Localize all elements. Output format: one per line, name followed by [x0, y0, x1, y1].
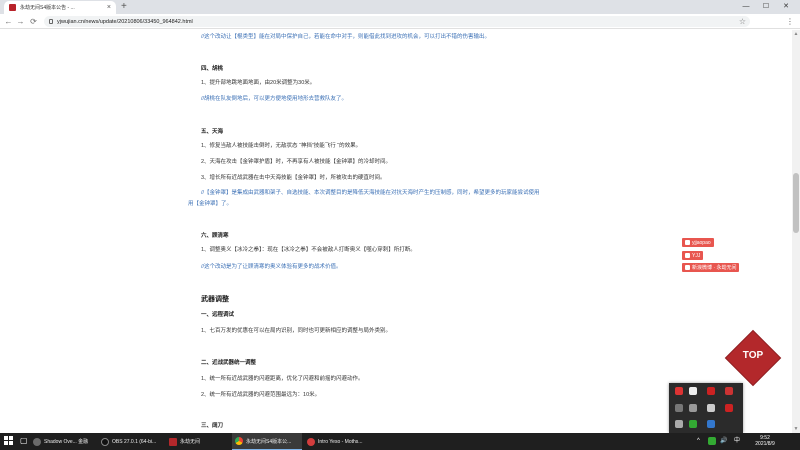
paragraph: 用【金钟罩】了。 [188, 201, 233, 207]
taskbar-app[interactable]: 永劫无间 [166, 433, 232, 450]
section-heading: 二、近战武器统一调整 [201, 360, 257, 366]
browser-menu-icon[interactable]: ⋮ [786, 17, 794, 26]
tray-app-icon[interactable] [708, 437, 716, 445]
paragraph: 1、七百万发的优惠在可以在局内识别，同时也可更新相应的调整与局外类别。 [201, 328, 392, 334]
bookmark-star-icon[interactable]: ☆ [739, 17, 746, 26]
social-badge-tiktok[interactable]: YJJ [682, 251, 704, 260]
reload-button[interactable]: ⟳ [28, 16, 39, 27]
tray-app-icon[interactable] [725, 387, 733, 395]
app-label: OBS 27.0.1 (64-bi... [112, 438, 157, 445]
url-text: yjwujian.cn/news/update/20210806/33450_9… [57, 18, 193, 25]
section-heading: 五、天海 [201, 129, 224, 135]
minimize-button[interactable]: — [738, 0, 754, 14]
social-badge-douyin[interactable]: yjjaopao [682, 238, 714, 247]
chrome-icon [235, 437, 243, 445]
badge-label: YJJ [692, 252, 701, 259]
taskbar-app[interactable]: Shadow Ove... 金融 [30, 433, 96, 450]
section-heading: 一、远程调试 [201, 312, 235, 318]
ime-indicator[interactable]: 中 [734, 437, 740, 445]
paragraph: 1、修复当敌人被技能击倒时，无敌状态 “神挡”技能飞行 “的效果。 [201, 143, 362, 149]
paragraph: //【金钟罩】是集成由武器和架子、自选技能、本次调整目的是降低天海技能在对抗天海… [201, 190, 540, 196]
paragraph: 1、提升部地跳地面地面，由20米调整为30米。 [201, 80, 316, 86]
section-heading: 三、阔刀 [201, 423, 224, 429]
forward-button[interactable]: → [15, 16, 26, 27]
douyin-icon [685, 240, 690, 245]
tray-expand-icon[interactable]: ^ [697, 437, 700, 445]
scroll-up-icon[interactable]: ▲ [793, 31, 799, 37]
tray-app-icon[interactable] [725, 404, 733, 412]
app-label: Intro Yeso - Moths... [318, 438, 363, 445]
weibo-icon [685, 265, 690, 270]
section-heading: 六、顾清寒 [201, 233, 229, 239]
tray-app-icon[interactable] [675, 420, 683, 428]
paragraph: 2、统一所有近战武器的闪避范围最远为：10米。 [201, 392, 321, 398]
task-view-icon[interactable]: ▢ [20, 436, 28, 446]
social-badge-weibo[interactable]: 新浪微博 · 永劫无间 [682, 263, 740, 272]
address-toolbar: ← → ⟳ yjwujian.cn/news/update/20210806/3… [0, 14, 800, 29]
top-label: TOP [742, 350, 764, 361]
lock-icon [49, 19, 53, 24]
scroll-thumb[interactable] [793, 173, 799, 233]
paragraph: 1、统一所有近战武器的闪避距离，优化了闪避和前摇的闪避动作。 [201, 376, 364, 382]
paragraph: 2、天海在攻击【金钟罩护盾】时，不再享有人被技能【金钟罩】的冷却时间。 [201, 159, 392, 165]
tray-overflow-popup [669, 383, 743, 433]
browser-tab[interactable]: 永劫无间S4版本公告 - ... × [4, 1, 116, 14]
back-button[interactable]: ← [3, 16, 14, 27]
paragraph: //这个改动是为了让顾清寒的奥义体验有更多的战术价值。 [201, 264, 342, 270]
badge-label: 新浪微博 · 永劫无间 [692, 265, 737, 271]
app-icon [33, 437, 41, 446]
page-scrollbar[interactable]: ▲ ▼ [792, 30, 800, 433]
tray-app-icon[interactable] [689, 420, 697, 428]
tray-app-icon[interactable] [689, 387, 697, 395]
app-label: 永劫无间 [180, 439, 201, 445]
address-bar[interactable]: yjwujian.cn/news/update/20210806/33450_9… [44, 16, 750, 27]
scroll-down-icon[interactable]: ▼ [793, 426, 799, 432]
tray-app-icon[interactable] [675, 404, 683, 412]
tray-app-icon[interactable] [707, 404, 715, 412]
tray-app-icon[interactable] [707, 420, 715, 428]
tray-app-icon[interactable] [675, 387, 683, 395]
windows-taskbar: ▢ Shadow Ove... 金融 OBS 27.0.1 (64-bi... … [0, 433, 800, 450]
paragraph: //胡桃在队友倒地后，可以更方便地使用地形去营救队友了。 [201, 96, 348, 102]
tray-app-icon[interactable] [707, 387, 715, 395]
app-label: 永劫无间S4版本公... [246, 438, 292, 445]
badge-label: yjjaopao [692, 239, 711, 246]
taskbar-app[interactable]: OBS 27.0.1 (64-bi... [98, 433, 164, 450]
tab-title: 永劫无间S4版本公告 - ... [20, 5, 75, 11]
app-icon [307, 437, 315, 446]
paragraph: 3、增长所有近战武器在击中天海技能【金钟罩】时，所被攻击的硬直时间。 [201, 175, 386, 181]
tiktok-icon [685, 253, 690, 258]
article-content: //这个改动让【棍类型】能在对局中保护自己，若能在命中对手，则能借此找到进攻的机… [0, 30, 792, 433]
volume-icon[interactable]: 🔊 [720, 437, 727, 445]
taskbar-clock[interactable]: 9:52 2021/8/9 [748, 435, 782, 447]
tab-close-icon[interactable]: × [107, 4, 111, 11]
paragraph: //这个改动让【棍类型】能在对局中保护自己，若能在命中对手，则能借此找到进攻的机… [201, 34, 491, 40]
taskbar-app[interactable]: Intro Yeso - Moths... [304, 433, 370, 450]
tab-strip: 永劫无间S4版本公告 - ... × + — ☐ ✕ [0, 0, 800, 14]
taskbar-app-active[interactable]: 永劫无间S4版本公... [232, 433, 302, 450]
close-window-button[interactable]: ✕ [778, 0, 794, 14]
clock-date: 2021/8/9 [755, 441, 775, 447]
maximize-button[interactable]: ☐ [758, 0, 774, 14]
section-title: 武器调整 [201, 296, 229, 303]
back-to-top-button[interactable]: TOP [726, 331, 780, 385]
tray-app-icon[interactable] [689, 404, 697, 412]
app-icon [169, 437, 177, 446]
app-icon [101, 437, 109, 446]
section-heading: 四、胡桃 [201, 66, 224, 72]
new-tab-button[interactable]: + [121, 2, 127, 12]
windows-start-icon[interactable] [4, 436, 14, 446]
paragraph: 1、调整奥义【冰冷之拳】：现在【冰冷之拳】不会被敌人打断奥义【噬心穿刺】所打断。 [201, 247, 416, 253]
app-label: Shadow Ove... 金融 [44, 439, 89, 445]
site-favicon-icon [9, 4, 16, 11]
